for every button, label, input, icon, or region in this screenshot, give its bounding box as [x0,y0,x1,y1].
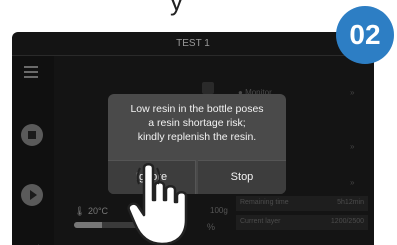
temperature-bar-fill [74,222,102,228]
current-layer-value: 1200/2500 [330,218,364,225]
screen-title: TEST 1 [176,38,210,49]
play-icon[interactable] [21,184,43,206]
remaining-time-row: Remaining time 5h12min [236,196,368,211]
chevron-right-icon[interactable]: » [350,88,354,97]
top-cropped-text: y [170,0,183,16]
dialog-message-line: kindly replenish the resin. [137,131,257,143]
dialog-message: Low resin in the bottle poses a resin sh… [108,102,286,144]
camera-icon[interactable] [202,82,214,94]
stop-icon[interactable] [21,124,43,146]
current-layer-row: Current layer 1200/2500 [236,215,368,230]
step-badge: 02 [336,6,394,64]
sidebar [12,56,54,245]
chevron-right-icon[interactable]: » [350,142,354,151]
dialog-message-line: Low resin in the bottle poses [130,103,264,115]
chevron-right-icon[interactable]: » [350,178,354,187]
hand-pointer-icon [127,163,188,245]
menu-icon[interactable] [24,66,38,78]
stop-button[interactable]: Stop [198,160,286,194]
resin-weight: 100g [210,206,228,215]
print-info-panel: Remaining time 5h12min Current layer 120… [236,196,374,230]
progress-percent: % [207,222,216,232]
remaining-time-value: 5h12min [337,199,364,206]
temperature-readout: 🌡 20°C [74,206,109,216]
dialog-message-line: a resin shortage risk; [148,117,246,129]
remaining-time-label: Remaining time [240,199,289,206]
current-layer-label: Current layer [240,218,281,225]
title-bar: TEST 1 [12,32,374,56]
